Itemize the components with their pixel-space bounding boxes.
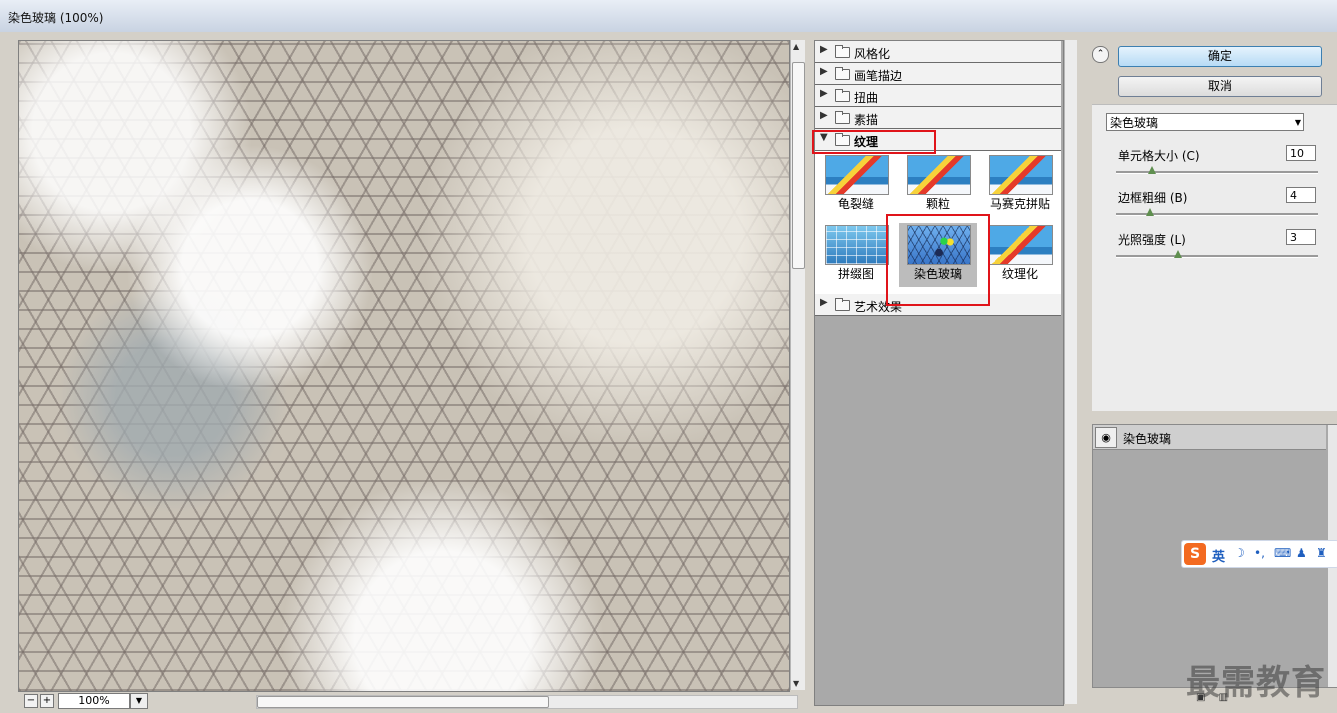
category-label: 风格化 xyxy=(854,47,891,61)
zoom-in-button[interactable]: + xyxy=(40,694,54,708)
sogou-logo-icon[interactable]: S xyxy=(1184,543,1206,565)
mosaic-thumbnail-icon xyxy=(825,225,889,265)
scroll-up-icon[interactable]: ▲ xyxy=(793,42,799,51)
gallery-scrollbar[interactable] xyxy=(1064,40,1077,704)
param-light-intensity: 光照强度 (L) 3 xyxy=(1116,229,1318,269)
chevron-down-icon: ▼ xyxy=(1294,118,1301,127)
collapse-gallery-icon[interactable]: ⌃ xyxy=(1092,46,1109,63)
skin-icon[interactable]: ♜ xyxy=(1316,546,1327,560)
slider-handle[interactable] xyxy=(1148,166,1156,174)
category-brush-strokes[interactable]: ▶ 画笔描边 xyxy=(815,63,1061,85)
expand-triangle-icon: ▶ xyxy=(820,66,828,77)
param-cell-size: 单元格大小 (C) 10 xyxy=(1116,145,1318,185)
expand-triangle-icon: ▶ xyxy=(820,297,828,308)
scrollbar-thumb[interactable] xyxy=(257,696,549,708)
watermark: 最需教育 xyxy=(1186,663,1326,703)
folder-icon xyxy=(835,45,850,58)
sailboat-thumbnail-icon xyxy=(825,155,889,195)
filter-label: 拼缀图 xyxy=(837,267,874,281)
category-stylize[interactable]: ▶ 风格化 xyxy=(815,41,1061,63)
cell-size-input[interactable]: 10 xyxy=(1286,145,1316,161)
folder-icon xyxy=(835,67,850,80)
filter-label: 龟裂缝 xyxy=(837,197,874,211)
cell-size-slider[interactable] xyxy=(1116,171,1318,174)
eye-icon[interactable]: ◉ xyxy=(1095,427,1117,448)
expand-triangle-icon: ▶ xyxy=(820,110,828,121)
expand-triangle-icon: ▶ xyxy=(820,88,828,99)
ime-mode[interactable]: 英 xyxy=(1212,546,1225,565)
category-label: 画笔描边 xyxy=(854,69,903,83)
filter-patchwork[interactable]: 拼缀图 xyxy=(821,223,891,287)
param-label: 单元格大小 (C) xyxy=(1118,149,1200,163)
sailboat-thumbnail-icon xyxy=(989,225,1053,265)
preview-canvas[interactable] xyxy=(18,40,790,692)
sailboat-thumbnail-icon xyxy=(907,155,971,195)
zoom-bar: − + 100% ▼ xyxy=(18,692,804,710)
preview-horizontal-scrollbar[interactable] xyxy=(256,695,798,709)
ime-toolbar: S 英 ☽ •, ⌨ ♟ ♜ xyxy=(1181,540,1337,568)
light-intensity-slider[interactable] xyxy=(1116,255,1318,258)
window-title: 染色玻璃 (100%) xyxy=(8,11,104,25)
effect-layer-row[interactable]: ◉ 染色玻璃 xyxy=(1093,425,1326,450)
param-label: 光照强度 (L) xyxy=(1118,233,1186,247)
zoom-out-button[interactable]: − xyxy=(24,694,38,708)
category-label: 扭曲 xyxy=(854,91,879,105)
highlight-texture-category xyxy=(812,130,936,154)
preview-vertical-scrollbar[interactable]: ▲ ▼ xyxy=(790,40,805,690)
scrollbar-thumb[interactable] xyxy=(792,62,805,269)
scroll-down-icon[interactable]: ▼ xyxy=(793,679,799,688)
keyboard-icon[interactable]: ⌨ xyxy=(1274,546,1291,560)
sailboat-thumbnail-icon xyxy=(989,155,1053,195)
filter-settings-panel: 染色玻璃 ▼ 单元格大小 (C) 10 边框粗细 (B) 4 光照强度 (L) … xyxy=(1092,104,1337,411)
category-label: 素描 xyxy=(854,113,879,127)
filter-label: 马赛克拼贴 xyxy=(989,197,1050,211)
filter-texturizer[interactable]: 纹理化 xyxy=(985,223,1055,287)
filter-mosaic-tiles[interactable]: 马赛克拼贴 xyxy=(985,153,1055,217)
filter-label: 纹理化 xyxy=(1001,267,1038,281)
param-border-thickness: 边框粗细 (B) 4 xyxy=(1116,187,1318,227)
folder-icon xyxy=(835,298,850,311)
highlight-stained-glass xyxy=(886,214,990,306)
zoom-dropdown-icon[interactable]: ▼ xyxy=(130,693,148,709)
title-bar: 染色玻璃 (100%) xyxy=(0,0,1337,33)
filter-select[interactable]: 染色玻璃 ▼ xyxy=(1106,113,1304,131)
border-thickness-input[interactable]: 4 xyxy=(1286,187,1316,203)
cancel-button[interactable]: 取消 xyxy=(1118,76,1322,97)
category-distort[interactable]: ▶ 扭曲 xyxy=(815,85,1061,107)
punctuation-icon[interactable]: •, xyxy=(1254,546,1265,560)
folder-icon xyxy=(835,111,850,124)
ok-button[interactable]: 确定 xyxy=(1118,46,1322,67)
category-sketch[interactable]: ▶ 素描 xyxy=(815,107,1061,129)
folder-icon xyxy=(835,89,850,102)
filter-label: 颗粒 xyxy=(925,197,950,211)
filter-grain[interactable]: 颗粒 xyxy=(903,153,973,217)
slider-handle[interactable] xyxy=(1174,250,1182,258)
param-label: 边框粗细 (B) xyxy=(1118,191,1188,205)
zoom-level-field[interactable]: 100% xyxy=(58,693,130,709)
layer-name: 染色玻璃 xyxy=(1123,432,1172,446)
filter-craquelure[interactable]: 龟裂缝 xyxy=(821,153,891,217)
user-icon[interactable]: ♟ xyxy=(1296,546,1307,560)
slider-handle[interactable] xyxy=(1146,208,1154,216)
light-intensity-input[interactable]: 3 xyxy=(1286,229,1316,245)
filter-select-value: 染色玻璃 xyxy=(1110,116,1159,130)
expand-triangle-icon: ▶ xyxy=(820,44,828,55)
moon-icon[interactable]: ☽ xyxy=(1234,546,1245,560)
